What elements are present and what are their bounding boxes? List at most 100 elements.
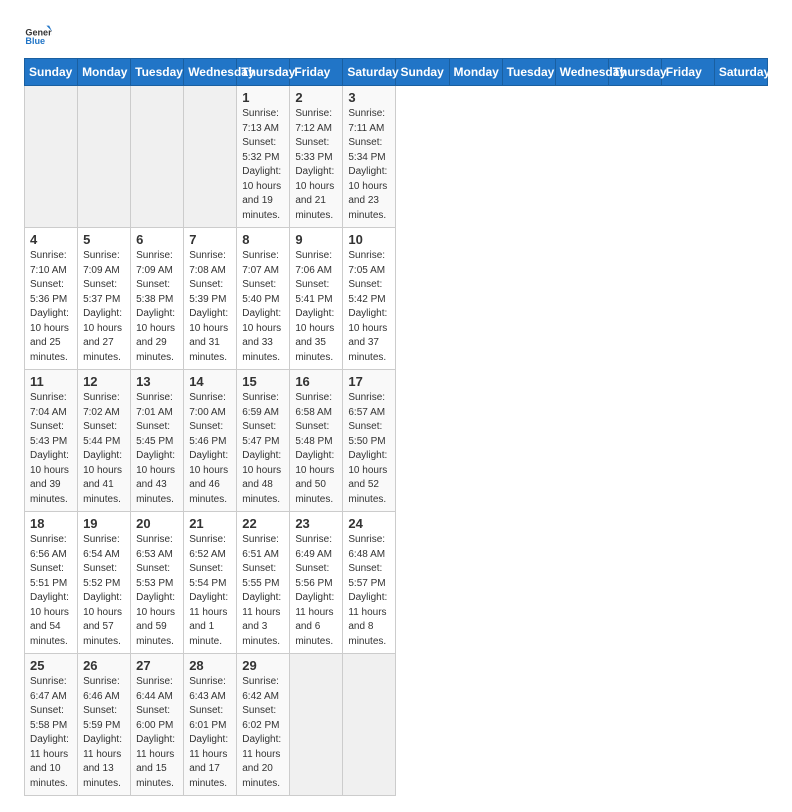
- day-number: 5: [83, 232, 125, 247]
- weekday-header-thursday: Thursday: [237, 59, 290, 86]
- calendar-cell: 12Sunrise: 7:02 AMSunset: 5:44 PMDayligh…: [78, 370, 131, 512]
- day-info: Sunrise: 7:08 AMSunset: 5:39 PMDaylight:…: [189, 249, 231, 365]
- day-number: 15: [242, 374, 284, 389]
- weekday-header-thursday: Thursday: [608, 59, 661, 86]
- calendar-cell: 7 Sunrise: 7:08 AMSunset: 5:39 PMDaylight…: [184, 228, 237, 370]
- day-number: 17: [348, 374, 390, 389]
- day-number: 7: [189, 232, 231, 247]
- day-number: 29: [242, 658, 284, 673]
- calendar-cell: [131, 86, 184, 228]
- weekday-header-tuesday: Tuesday: [502, 59, 555, 86]
- calendar-week-row: 18Sunrise: 6:56 AMSunset: 5:51 PMDayligh…: [25, 512, 768, 654]
- day-info: Sunrise: 6:42 AMSunset: 6:02 PMDaylight:…: [242, 675, 284, 791]
- day-info: Sunrise: 7:05 AMSunset: 5:42 PMDaylight:…: [348, 249, 390, 365]
- calendar-cell: [290, 654, 343, 796]
- day-number: 4: [30, 232, 72, 247]
- day-number: 14: [189, 374, 231, 389]
- weekday-header-saturday: Saturday: [714, 59, 767, 86]
- day-info: Sunrise: 6:59 AMSunset: 5:47 PMDaylight:…: [242, 391, 284, 507]
- day-info: Sunrise: 7:09 AMSunset: 5:38 PMDaylight:…: [136, 249, 178, 365]
- day-info: Sunrise: 6:48 AMSunset: 5:57 PMDaylight:…: [348, 533, 390, 649]
- weekday-header-tuesday: Tuesday: [131, 59, 184, 86]
- calendar-cell: 23Sunrise: 6:49 AMSunset: 5:56 PMDayligh…: [290, 512, 343, 654]
- calendar-cell: [25, 86, 78, 228]
- day-info: Sunrise: 7:10 AMSunset: 5:36 PMDaylight:…: [30, 249, 72, 365]
- calendar-week-row: 11 Sunrise: 7:04 AMSunset: 5:43 PMDayligh…: [25, 370, 768, 512]
- day-number: 23: [295, 516, 337, 531]
- calendar-cell: 29 Sunrise: 6:42 AMSunset: 6:02 PMDayligh…: [237, 654, 290, 796]
- calendar-cell: 28 Sunrise: 6:43 AMSunset: 6:01 PMDayligh…: [184, 654, 237, 796]
- weekday-header-saturday: Saturday: [343, 59, 396, 86]
- day-info: Sunrise: 6:58 AMSunset: 5:48 PMDaylight:…: [295, 391, 337, 507]
- day-info: Sunrise: 6:53 AMSunset: 5:53 PMDaylight:…: [136, 533, 178, 649]
- calendar-cell: 17 Sunrise: 6:57 AMSunset: 5:50 PMDayligh…: [343, 370, 396, 512]
- calendar-cell: 18Sunrise: 6:56 AMSunset: 5:51 PMDayligh…: [25, 512, 78, 654]
- day-number: 22: [242, 516, 284, 531]
- weekday-header-sunday: Sunday: [396, 59, 449, 86]
- calendar-cell: 8 Sunrise: 7:07 AMSunset: 5:40 PMDaylight…: [237, 228, 290, 370]
- day-info: Sunrise: 7:07 AMSunset: 5:40 PMDaylight:…: [242, 249, 284, 365]
- calendar-cell: 26 Sunrise: 6:46 AMSunset: 5:59 PMDayligh…: [78, 654, 131, 796]
- weekday-header-sunday: Sunday: [25, 59, 78, 86]
- day-number: 8: [242, 232, 284, 247]
- calendar-week-row: 25 Sunrise: 6:47 AMSunset: 5:58 PMDayligh…: [25, 654, 768, 796]
- day-number: 3: [348, 90, 390, 105]
- day-info: Sunrise: 6:46 AMSunset: 5:59 PMDaylight:…: [83, 675, 125, 791]
- calendar-cell: 16 Sunrise: 6:58 AMSunset: 5:48 PMDayligh…: [290, 370, 343, 512]
- day-number: 6: [136, 232, 178, 247]
- calendar-cell: 10Sunrise: 7:05 AMSunset: 5:42 PMDayligh…: [343, 228, 396, 370]
- logo: General Blue: [24, 20, 52, 48]
- calendar-cell: 5Sunrise: 7:09 AMSunset: 5:37 PMDaylight…: [78, 228, 131, 370]
- day-number: 11: [30, 374, 72, 389]
- calendar-cell: 13 Sunrise: 7:01 AMSunset: 5:45 PMDayligh…: [131, 370, 184, 512]
- day-number: 2: [295, 90, 337, 105]
- day-number: 16: [295, 374, 337, 389]
- day-number: 20: [136, 516, 178, 531]
- svg-text:Blue: Blue: [25, 36, 45, 46]
- day-number: 24: [348, 516, 390, 531]
- day-number: 13: [136, 374, 178, 389]
- day-number: 25: [30, 658, 72, 673]
- day-number: 28: [189, 658, 231, 673]
- day-info: Sunrise: 7:01 AMSunset: 5:45 PMDaylight:…: [136, 391, 178, 507]
- day-number: 1: [242, 90, 284, 105]
- calendar-cell: 20 Sunrise: 6:53 AMSunset: 5:53 PMDayligh…: [131, 512, 184, 654]
- calendar-cell: 25 Sunrise: 6:47 AMSunset: 5:58 PMDayligh…: [25, 654, 78, 796]
- day-info: Sunrise: 7:04 AMSunset: 5:43 PMDaylight:…: [30, 391, 72, 507]
- day-info: Sunrise: 6:44 AMSunset: 6:00 PMDaylight:…: [136, 675, 178, 791]
- day-number: 26: [83, 658, 125, 673]
- day-info: Sunrise: 6:47 AMSunset: 5:58 PMDaylight:…: [30, 675, 72, 791]
- calendar-cell: 21Sunrise: 6:52 AMSunset: 5:54 PMDayligh…: [184, 512, 237, 654]
- calendar-cell: [184, 86, 237, 228]
- day-number: 18: [30, 516, 72, 531]
- calendar-week-row: 4 Sunrise: 7:10 AMSunset: 5:36 PMDaylight…: [25, 228, 768, 370]
- day-info: Sunrise: 7:13 AMSunset: 5:32 PMDaylight:…: [242, 107, 284, 223]
- day-info: Sunrise: 6:52 AMSunset: 5:54 PMDaylight:…: [189, 533, 231, 649]
- weekday-header-monday: Monday: [449, 59, 502, 86]
- day-number: 12: [83, 374, 125, 389]
- calendar-cell: [78, 86, 131, 228]
- calendar-cell: 6 Sunrise: 7:09 AMSunset: 5:38 PMDaylight…: [131, 228, 184, 370]
- calendar-cell: [343, 654, 396, 796]
- calendar-cell: 9Sunrise: 7:06 AMSunset: 5:41 PMDaylight…: [290, 228, 343, 370]
- calendar-cell: 4 Sunrise: 7:10 AMSunset: 5:36 PMDaylight…: [25, 228, 78, 370]
- logo-icon: General Blue: [24, 20, 52, 48]
- day-info: Sunrise: 6:54 AMSunset: 5:52 PMDaylight:…: [83, 533, 125, 649]
- day-info: Sunrise: 7:06 AMSunset: 5:41 PMDaylight:…: [295, 249, 337, 365]
- calendar-cell: 19 Sunrise: 6:54 AMSunset: 5:52 PMDayligh…: [78, 512, 131, 654]
- day-number: 27: [136, 658, 178, 673]
- weekday-header-wednesday: Wednesday: [184, 59, 237, 86]
- page-header: General Blue: [24, 20, 768, 48]
- calendar-cell: 2Sunrise: 7:12 AMSunset: 5:33 PMDaylight…: [290, 86, 343, 228]
- calendar-week-row: 1 Sunrise: 7:13 AMSunset: 5:32 PMDaylight…: [25, 86, 768, 228]
- calendar-cell: 27 Sunrise: 6:44 AMSunset: 6:00 PMDayligh…: [131, 654, 184, 796]
- calendar-header-row: SundayMondayTuesdayWednesdayThursdayFrid…: [25, 59, 768, 86]
- day-info: Sunrise: 6:43 AMSunset: 6:01 PMDaylight:…: [189, 675, 231, 791]
- day-number: 19: [83, 516, 125, 531]
- calendar-cell: 24 Sunrise: 6:48 AMSunset: 5:57 PMDayligh…: [343, 512, 396, 654]
- day-info: Sunrise: 6:51 AMSunset: 5:55 PMDaylight:…: [242, 533, 284, 649]
- day-info: Sunrise: 7:00 AMSunset: 5:46 PMDaylight:…: [189, 391, 231, 507]
- day-info: Sunrise: 6:57 AMSunset: 5:50 PMDaylight:…: [348, 391, 390, 507]
- weekday-header-wednesday: Wednesday: [555, 59, 608, 86]
- calendar-cell: 3Sunrise: 7:11 AMSunset: 5:34 PMDaylight…: [343, 86, 396, 228]
